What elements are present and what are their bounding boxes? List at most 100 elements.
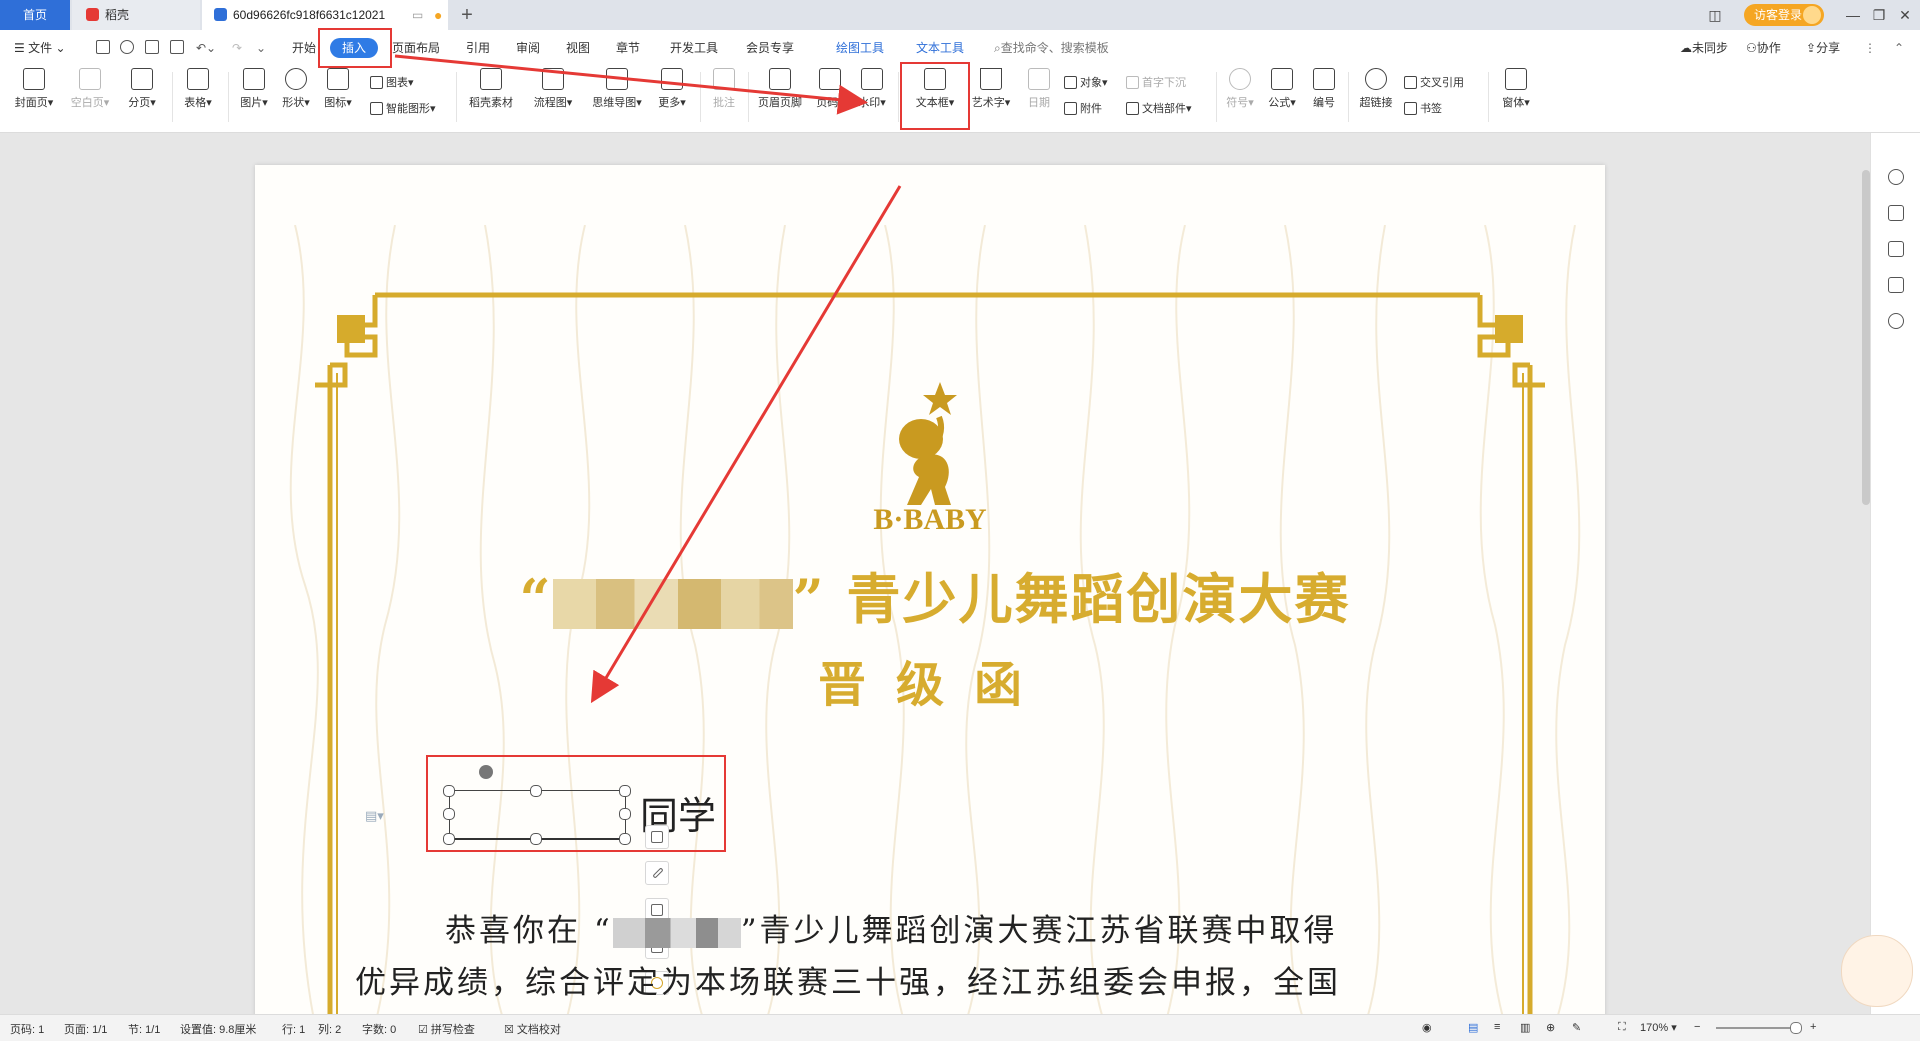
web-view-icon[interactable]: ⊕ [1546,1021,1555,1034]
hyperlink-button[interactable]: 超链接 [1354,68,1398,110]
zoom-in-button[interactable]: + [1810,1021,1816,1033]
file-menu[interactable]: ☰ 文件 ⌄ [14,38,66,58]
dropcap-button[interactable]: 首字下沉 [1126,74,1186,90]
select-cursor-icon[interactable] [1888,241,1904,257]
smart-graphic-label: 智能图形 [386,103,430,115]
chart-button[interactable]: 图表▾ [370,74,414,90]
shape-button[interactable]: 形状▾ [276,68,316,110]
vertical-scrollbar[interactable] [1862,170,1870,505]
wordart-button[interactable]: 艺术字▾ [968,68,1014,110]
status-row: 行: 1 [282,1024,306,1036]
eye-protection-icon[interactable]: ◉ [1422,1021,1432,1034]
save-icon[interactable] [96,40,110,54]
settings-sliders-icon[interactable] [1888,277,1904,293]
tab-drawing-tools[interactable]: 绘图工具 [836,38,884,58]
tab-references[interactable]: 引用 [466,38,490,58]
cross-reference-button[interactable]: 交叉引用 [1404,74,1464,90]
formula-button[interactable]: 公式▾ [1264,68,1300,110]
blank-page-button[interactable]: 空白页▾ [66,68,114,110]
more-menu-icon[interactable]: ⋮ [1864,38,1876,58]
outline-pen-icon[interactable] [645,861,669,885]
mindmap-button[interactable]: 思维导图▾ [586,68,648,110]
share-button[interactable]: ⇪分享 [1806,38,1840,58]
comment-button[interactable]: 批注 [706,68,742,110]
attachment-button[interactable]: 附件 [1064,100,1102,116]
tab-page-layout[interactable]: 页面布局 [392,38,440,58]
form-button[interactable]: 窗体▾ [1494,68,1538,110]
tab-document[interactable]: 60d96626fc918f6631c12021 ▭ ● [202,0,448,30]
tab-review[interactable]: 审阅 [516,38,540,58]
sync-status[interactable]: ☁未同步 [1680,38,1728,58]
zoom-out-button[interactable]: − [1694,1021,1700,1033]
print-preview-icon[interactable] [170,40,184,54]
undo-icon[interactable]: ↶⌄ [196,38,216,58]
tab-developer[interactable]: 开发工具 [670,38,718,58]
reading-view-icon[interactable]: ▥ [1520,1021,1530,1034]
page-number-button[interactable]: 页码▾ [810,68,850,110]
smart-graphic-button[interactable]: 智能图形▾ [370,100,436,116]
tab-daoke[interactable]: 稻壳 [72,0,200,30]
unsaved-dot-icon: ● [434,7,443,23]
document-parts-button[interactable]: 文档部件▾ [1126,100,1192,116]
command-search[interactable]: ⌕查找命令、搜索模板 [994,38,1109,58]
format-painter-icon[interactable] [120,40,134,54]
outline-view-icon[interactable]: ≡ [1494,1021,1500,1033]
date-button[interactable]: 日期 [1022,68,1056,110]
bookmark-button[interactable]: 书签 [1404,100,1442,116]
mascot-assistant-icon[interactable] [1841,935,1913,1007]
sidebar-toggle-icon[interactable]: ◫ [1700,0,1730,30]
table-button[interactable]: 表格▾ [178,68,218,110]
page-view-icon[interactable]: ▤ [1468,1021,1478,1034]
status-word-count[interactable]: 字数: 0 [362,1021,396,1037]
object-button[interactable]: 对象▾ [1064,74,1108,90]
zoom-slider-thumb[interactable] [1790,1022,1802,1034]
tab-member[interactable]: 会员专享 [746,38,794,58]
ribbon-divider [172,72,173,122]
tab-start[interactable]: 开始 [292,38,316,58]
comment-icon[interactable]: ▭ [412,0,423,30]
visitor-login-button[interactable]: 访客登录 [1744,4,1824,26]
daoke-material-button[interactable]: 稻壳素材 [462,68,520,110]
more-button[interactable]: 更多▾ [652,68,692,110]
symbol-button[interactable]: 符号▾ [1222,68,1258,110]
zoom-slider[interactable] [1716,1027,1796,1029]
numbering-button[interactable]: 编号 [1306,68,1342,110]
doc-proofread-toggle[interactable]: ☒ 文档校对 [504,1021,561,1037]
redo-icon[interactable]: ↷ [232,38,242,58]
collapse-ribbon-icon[interactable]: ⌃ [1894,38,1904,58]
tab-document-label: 60d96626fc918f6631c12021 [233,8,386,22]
watermark-button[interactable]: 水印▾ [852,68,892,110]
chart-icon [370,76,383,89]
flowchart-button[interactable]: 流程图▾ [526,68,580,110]
picture-button[interactable]: 图片▾ [234,68,274,110]
print-icon[interactable] [145,40,159,54]
body-line-1-start: 恭喜你在 [445,913,581,949]
page-break-button[interactable]: 分页▾ [122,68,162,110]
tab-view[interactable]: 视图 [566,38,590,58]
spell-check-toggle[interactable]: ☑ 拼写检查 [418,1021,475,1037]
rocket-icon[interactable] [1888,169,1904,185]
tab-text-tools[interactable]: 文本工具 [916,38,964,58]
cover-page-icon [23,68,45,90]
zoom-level[interactable]: 170% ▾ [1640,1021,1677,1034]
tab-chapter[interactable]: 章节 [616,38,640,58]
certificate-body-line-1: 恭喜你在 “”青少儿舞蹈创演大赛江苏省联赛中取得 [445,913,1338,949]
edit-pen-icon[interactable] [1888,205,1904,221]
icon-library-label: 图标 [324,97,347,109]
icon-library-button[interactable]: 图标▾ [318,68,358,110]
tab-home[interactable]: 首页 [0,0,70,30]
close-button[interactable]: ✕ [1890,0,1920,30]
mindmap-icon [606,68,628,90]
cover-page-button[interactable]: 封面页▾ [12,68,56,110]
customize-toolbar-icon[interactable]: ⌄ [256,38,266,58]
help-icon[interactable] [1888,313,1904,329]
paragraph-layout-icon[interactable]: ▤▾ [365,808,384,824]
shape-label: 形状 [282,97,305,109]
write-mode-icon[interactable]: ✎ [1572,1021,1581,1034]
document-page[interactable]: B·BABY “” 青少儿舞蹈创演大赛 晋级函 同学 ▤▾ 恭喜你在 “”青少儿… [255,165,1605,1025]
fit-page-icon[interactable]: ⛶ [1618,1021,1626,1034]
status-setting-value: 设置值: 9.8厘米 [180,1024,257,1036]
collaborate-button[interactable]: ⚇协作 [1746,38,1781,58]
header-footer-button[interactable]: 页眉页脚 [754,68,806,110]
new-tab-button[interactable]: + [455,0,479,30]
